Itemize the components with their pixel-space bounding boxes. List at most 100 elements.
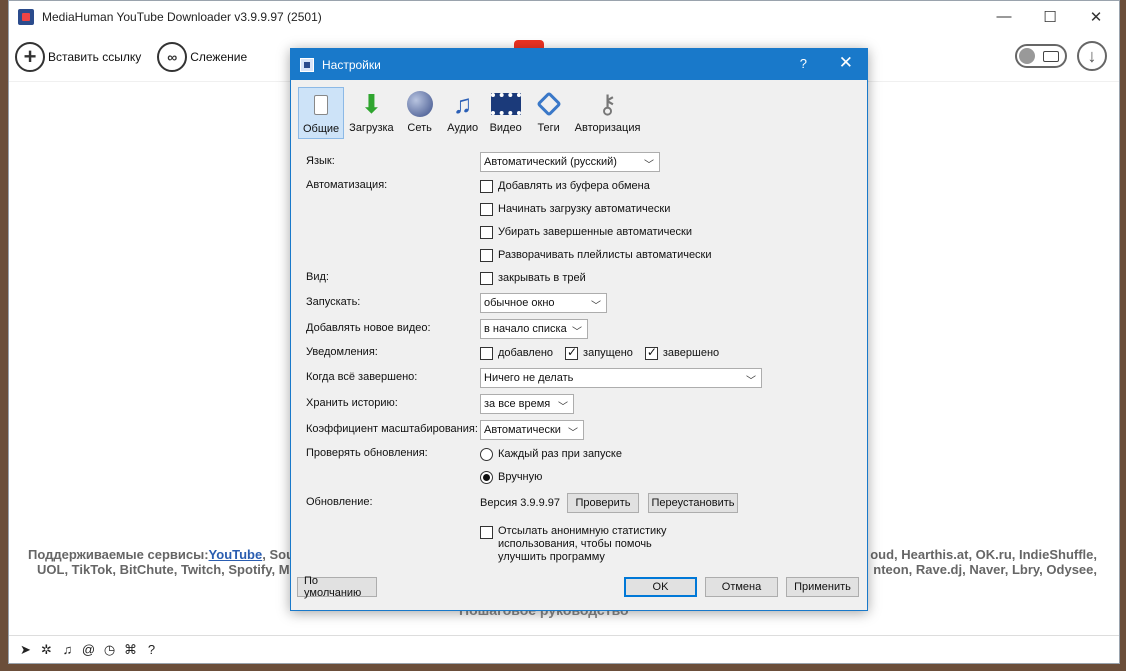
music-icon[interactable]: ♫ xyxy=(57,642,78,657)
tab-video[interactable]: Видео xyxy=(485,87,527,139)
history-value: за все время xyxy=(484,398,551,410)
general-icon xyxy=(304,90,338,120)
auto-remove-option[interactable]: Убирать завершенные автоматически xyxy=(480,222,692,242)
close-button[interactable]: ✕ xyxy=(1073,1,1119,32)
auto-remove-checkbox[interactable] xyxy=(480,225,493,239)
tracking-button[interactable]: ∞ Слежение xyxy=(157,41,247,72)
minimize-button[interactable]: — xyxy=(981,1,1027,32)
settings-icon[interactable]: ✲ xyxy=(36,642,57,658)
tab-download-label: Загрузка xyxy=(349,122,394,134)
check-manual-text: Вручную xyxy=(498,471,543,483)
settings-tabs: Общие ⬇ Загрузка Сеть ♫ Аудио Видео Теги… xyxy=(291,80,867,139)
binoculars-icon[interactable]: ⌘ xyxy=(120,642,141,658)
chevron-down-icon: ﹀ xyxy=(644,160,654,171)
tray-option[interactable]: закрывать в трей xyxy=(480,268,586,288)
notify-started-text: запущено xyxy=(583,347,633,359)
launch-value: обычное окно xyxy=(484,297,555,309)
globe-icon xyxy=(403,89,437,119)
app-icon xyxy=(18,8,34,25)
tray-checkbox[interactable] xyxy=(480,271,493,285)
snail-icon[interactable]: @ xyxy=(78,642,99,657)
stats-line2: использования, чтобы помочь xyxy=(498,538,652,550)
tab-authorization-label: Авторизация xyxy=(574,122,641,134)
chevron-down-icon: ﹀ xyxy=(568,428,578,439)
check-manual-option[interactable]: Вручную xyxy=(480,467,542,487)
notify-added-checkbox[interactable] xyxy=(480,346,493,360)
mode-toggle[interactable] xyxy=(1015,44,1067,68)
notify-started-checkbox[interactable] xyxy=(565,345,579,360)
notify-added-text: добавлено xyxy=(498,347,554,359)
add-new-video-label: Добавлять новое видео: xyxy=(306,322,431,334)
auto-clipboard-option[interactable]: Добавлять из буфера обмена xyxy=(480,176,650,196)
language-select[interactable]: Автоматический (русский) ﹀ xyxy=(480,152,660,172)
services-line2-left: UOL, TikTok, BitChute, Twitch, Spotify, … xyxy=(37,562,290,577)
paste-link-button[interactable]: + Вставить ссылку xyxy=(15,41,142,72)
tab-network[interactable]: Сеть xyxy=(399,87,441,139)
tab-authorization[interactable]: ⚷ Авторизация xyxy=(571,87,645,139)
update-label: Обновление: xyxy=(306,496,373,508)
language-value: Автоматический (русский) xyxy=(484,156,617,168)
tag-icon xyxy=(532,89,566,119)
auto-expand-text: Разворачивать плейлисты автоматически xyxy=(498,249,712,261)
history-select[interactable]: за все время ﹀ xyxy=(480,394,574,414)
apply-button[interactable]: Применить xyxy=(786,577,859,597)
dialog-title: Настройки xyxy=(322,57,381,72)
clock-icon[interactable]: ◷ xyxy=(99,642,120,658)
chevron-down-icon: ﹀ xyxy=(572,327,582,338)
stats-line1: Отсылать анонимную статистику xyxy=(498,525,667,537)
launch-select[interactable]: обычное окно ﹀ xyxy=(480,293,607,313)
bottom-bar: ➤ ✲ ♫ @ ◷ ⌘ ? xyxy=(9,635,1119,663)
add-new-video-select[interactable]: в начало списка ﹀ xyxy=(480,319,588,339)
check-every-launch-option[interactable]: Каждый раз при запуске xyxy=(480,444,622,464)
reinstall-button[interactable]: Переустановить xyxy=(648,493,738,513)
cancel-button[interactable]: Отмена xyxy=(705,577,778,597)
tab-tags-label: Теги xyxy=(537,122,560,134)
stats-option[interactable]: Отсылать анонимную статистику использова… xyxy=(480,525,667,565)
tab-video-label: Видео xyxy=(489,122,522,134)
check-manual-radio[interactable] xyxy=(480,470,493,484)
services-line2-right: nteon, Rave.dj, Naver, Lbry, Odysee, xyxy=(873,562,1097,577)
paste-link-label: Вставить ссылку xyxy=(48,49,142,64)
auto-remove-text: Убирать завершенные автоматически xyxy=(498,226,692,238)
tab-network-label: Сеть xyxy=(407,122,432,134)
dialog-help-button[interactable]: ? xyxy=(800,56,807,71)
scale-value: Автоматически xyxy=(484,424,561,436)
tab-audio[interactable]: ♫ Аудио xyxy=(442,87,484,139)
app-title: MediaHuman YouTube Downloader v3.9.9.97 … xyxy=(42,9,322,24)
plus-icon: + xyxy=(15,41,45,72)
check-update-button[interactable]: Проверить xyxy=(567,493,639,513)
scale-select[interactable]: Автоматически ﹀ xyxy=(480,420,584,440)
version-text: Версия 3.9.9.97 xyxy=(480,497,560,509)
defaults-button[interactable]: По умолчанию xyxy=(297,575,377,599)
download-all-button[interactable]: ↓ xyxy=(1077,41,1107,71)
maximize-button[interactable]: ☐ xyxy=(1027,1,1073,32)
auto-start-checkbox[interactable] xyxy=(480,202,493,216)
services-label: Поддерживаемые сервисы: xyxy=(28,547,209,562)
auto-clipboard-text: Добавлять из буфера обмена xyxy=(498,180,650,192)
when-done-label: Когда всё завершено: xyxy=(306,371,418,383)
binoculars-icon: ∞ xyxy=(157,41,188,72)
auto-clipboard-checkbox[interactable] xyxy=(480,179,493,193)
notify-finished-checkbox[interactable] xyxy=(644,345,658,360)
tab-download[interactable]: ⬇ Загрузка xyxy=(345,87,397,139)
tab-general[interactable]: Общие xyxy=(298,87,345,139)
chevron-down-icon: ﹀ xyxy=(746,376,756,387)
youtube-link[interactable]: YouTube xyxy=(209,547,263,562)
stats-line3: улучшить программу xyxy=(498,551,605,563)
auto-expand-checkbox[interactable] xyxy=(480,248,493,262)
help-icon[interactable]: ? xyxy=(141,642,162,657)
ok-button[interactable]: OK xyxy=(624,577,697,597)
automation-label: Автоматизация: xyxy=(306,179,388,191)
auto-start-option[interactable]: Начинать загрузку автоматически xyxy=(480,199,670,219)
when-done-select[interactable]: Ничего не делать ﹀ xyxy=(480,368,762,388)
dialog-close-button[interactable]: ✕ xyxy=(839,53,853,73)
telegram-icon[interactable]: ➤ xyxy=(15,642,36,658)
tab-tags[interactable]: Теги xyxy=(528,87,570,139)
auto-expand-option[interactable]: Разворачивать плейлисты автоматически xyxy=(480,245,712,265)
check-every-launch-text: Каждый раз при запуске xyxy=(498,448,622,460)
chevron-down-icon: ﹀ xyxy=(558,402,568,413)
stats-checkbox[interactable] xyxy=(480,526,493,539)
check-every-launch-radio[interactable] xyxy=(480,447,493,461)
view-label: Вид: xyxy=(306,271,329,283)
history-label: Хранить историю: xyxy=(306,397,398,409)
